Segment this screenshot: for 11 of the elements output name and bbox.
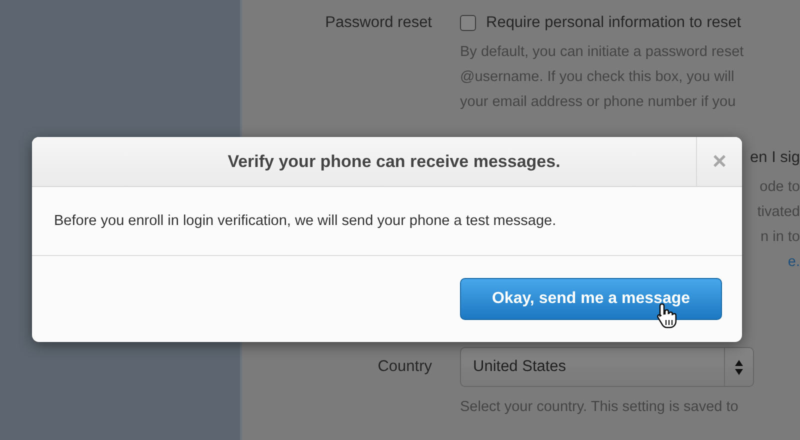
send-message-button[interactable]: Okay, send me a message [460, 278, 722, 320]
setting-label: en I sig [750, 148, 800, 168]
checkbox[interactable] [460, 15, 476, 31]
help-link[interactable]: e. [788, 250, 800, 275]
country-select[interactable]: United States [460, 347, 754, 387]
setting-label: Country [376, 358, 432, 376]
dialog-title: Verify your phone can receive messages. [226, 150, 562, 173]
setting-label: Password reset [324, 14, 432, 32]
checkbox-label[interactable]: Require personal information to reset [486, 14, 742, 32]
dialog-message: Before you enroll in login verification, we will send your phone a test message. [54, 213, 556, 229]
close-button[interactable]: × [696, 137, 742, 186]
